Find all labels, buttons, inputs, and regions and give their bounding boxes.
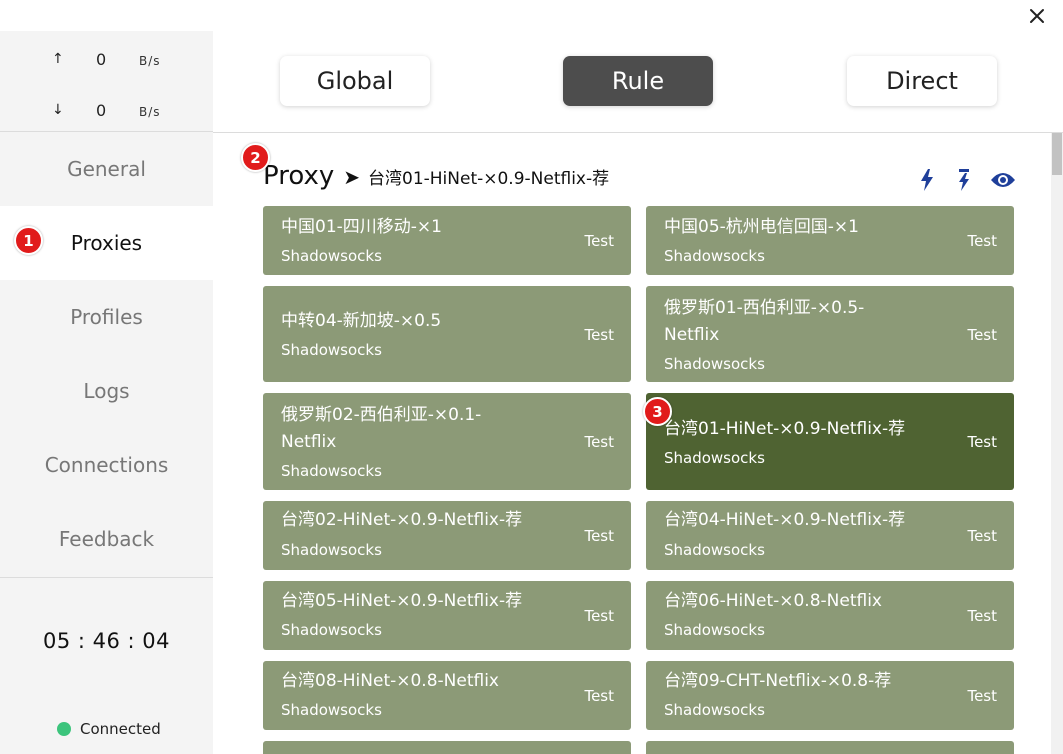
proxy-card[interactable]: 台湾02-HiNet-×0.9-Netflix-荐 Shadowsocks Te…	[263, 501, 631, 570]
mode-switcher: Global Rule Direct	[213, 31, 1063, 133]
proxy-card[interactable]: 俄罗斯02-西伯利亚-×0.1-Netflix Shadowsocks Test	[263, 393, 631, 490]
sidebar-item-profiles[interactable]: Profiles	[0, 280, 213, 354]
proxy-name: 台湾05-HiNet-×0.9-Netflix-荐	[281, 591, 523, 611]
connection-status: Connected	[57, 720, 161, 738]
annotation-badge: 2	[241, 143, 270, 172]
scrollbar[interactable]	[1051, 133, 1063, 754]
test-button[interactable]: Test	[584, 433, 614, 451]
download-arrow-icon: ↓	[52, 102, 64, 118]
proxy-type: Shadowsocks	[664, 541, 765, 559]
proxy-card[interactable]: 俄罗斯01-西伯利亚-×0.5-Netflix Shadowsocks Test	[646, 286, 1014, 382]
sidebar: ↑ 0 B/s ↓ 0 B/s General Proxies Profiles…	[0, 31, 213, 754]
test-button[interactable]: Test	[967, 527, 997, 545]
test-button[interactable]: Test	[967, 326, 997, 344]
proxy-type: Shadowsocks	[664, 247, 765, 265]
sidebar-divider	[0, 577, 213, 578]
test-button[interactable]: Test	[584, 326, 614, 344]
proxy-type: Shadowsocks	[281, 341, 382, 359]
test-button[interactable]: Test	[584, 607, 614, 625]
proxy-type: Shadowsocks	[281, 462, 382, 480]
status-label: Connected	[80, 720, 161, 738]
clashx-window: ↑ 0 B/s ↓ 0 B/s General Proxies Profiles…	[0, 0, 1063, 754]
proxy-card[interactable]: 中国05-杭州电信回国-×1 Shadowsocks Test	[646, 206, 1014, 275]
close-icon[interactable]	[1025, 4, 1049, 28]
proxy-name: 台湾01-HiNet-×0.9-Netflix-荐	[664, 419, 906, 439]
annotation-badge: 3	[643, 397, 672, 426]
sidebar-item-general[interactable]: General	[0, 132, 213, 206]
proxy-name: 台湾09-CHT-Netflix-×0.8-荐	[664, 671, 892, 691]
proxy-card[interactable]: 台湾05-HiNet-×0.9-Netflix-荐 Shadowsocks Te…	[263, 581, 631, 650]
proxy-group-header: Proxy ➤ 台湾01-HiNet-×0.9-Netflix-荐	[263, 161, 609, 195]
test-button[interactable]: Test	[967, 687, 997, 705]
proxy-name: 台湾02-HiNet-×0.9-Netflix-荐	[281, 510, 523, 530]
proxy-name: 俄罗斯02-西伯利亚-×0.1-Netflix	[281, 405, 482, 452]
mode-direct-button[interactable]: Direct	[847, 56, 997, 106]
test-button[interactable]: Test	[584, 687, 614, 705]
test-button[interactable]: Test	[967, 232, 997, 250]
test-button[interactable]: Test	[584, 232, 614, 250]
bolt-icon[interactable]	[919, 169, 935, 191]
proxy-card[interactable]: 台湾06-HiNet-×0.8-Netflix Shadowsocks Test	[646, 581, 1014, 650]
title-bar	[0, 0, 1063, 31]
proxy-card[interactable]: 中转04-新加坡-×0.5 Shadowsocks Test	[263, 286, 631, 382]
upload-unit: B/s	[139, 54, 161, 68]
proxy-list: Proxy ➤ 台湾01-HiNet-×0.9-Netflix-荐 中国01-四…	[213, 133, 1063, 754]
uptime-clock: 05 : 46 : 04	[42, 629, 171, 653]
upload-arrow-icon: ↑	[52, 51, 64, 67]
proxy-type: Shadowsocks	[664, 701, 765, 719]
proxy-card[interactable]: 中国01-四川移动-×1 Shadowsocks Test	[263, 206, 631, 275]
sidebar-item-feedback[interactable]: Feedback	[0, 502, 213, 576]
bolt-filled-icon[interactable]	[956, 169, 972, 191]
proxy-card[interactable]: 台湾08-HiNet-×0.8-Netflix Shadowsocks Test	[263, 661, 631, 730]
proxy-card[interactable]	[646, 741, 1014, 754]
proxy-type: Shadowsocks	[664, 621, 765, 639]
sidebar-item-logs[interactable]: Logs	[0, 354, 213, 428]
proxy-name: 中转04-新加坡-×0.5	[281, 311, 442, 331]
download-value: 0	[96, 101, 107, 120]
proxy-group-name: Proxy	[263, 161, 335, 191]
proxy-type: Shadowsocks	[281, 621, 382, 639]
proxy-name: 俄罗斯01-西伯利亚-×0.5-Netflix	[664, 298, 865, 345]
proxy-type: Shadowsocks	[281, 701, 382, 719]
proxy-card-selected[interactable]: 台湾01-HiNet-×0.9-Netflix-荐 Shadowsocks Te…	[646, 393, 1014, 490]
scrollbar-thumb[interactable]	[1052, 133, 1062, 175]
proxy-name: 中国05-杭州电信回国-×1	[664, 217, 859, 237]
status-dot-icon	[57, 722, 71, 736]
sidebar-item-connections[interactable]: Connections	[0, 428, 213, 502]
test-button[interactable]: Test	[967, 607, 997, 625]
eye-icon[interactable]	[990, 171, 1016, 189]
proxy-card[interactable]	[263, 741, 631, 754]
proxy-type: Shadowsocks	[664, 355, 765, 373]
upload-speed: ↑ 0 B/s	[0, 45, 213, 75]
mode-rule-button[interactable]: Rule	[563, 56, 713, 106]
proxy-type: Shadowsocks	[664, 449, 765, 467]
proxy-type: Shadowsocks	[281, 541, 382, 559]
proxy-name: 台湾08-HiNet-×0.8-Netflix	[281, 671, 499, 691]
proxy-name: 台湾04-HiNet-×0.9-Netflix-荐	[664, 510, 906, 530]
proxy-group-selected: 台湾01-HiNet-×0.9-Netflix-荐	[368, 169, 610, 189]
proxy-name: 台湾06-HiNet-×0.8-Netflix	[664, 591, 882, 611]
proxy-card[interactable]: 台湾09-CHT-Netflix-×0.8-荐 Shadowsocks Test	[646, 661, 1014, 730]
download-speed: ↓ 0 B/s	[0, 96, 213, 126]
proxy-name: 中国01-四川移动-×1	[281, 217, 442, 237]
upload-value: 0	[96, 50, 107, 69]
proxy-card[interactable]: 台湾04-HiNet-×0.9-Netflix-荐 Shadowsocks Te…	[646, 501, 1014, 570]
test-button[interactable]: Test	[967, 433, 997, 451]
test-button[interactable]: Test	[584, 527, 614, 545]
annotation-badge: 1	[14, 226, 43, 255]
download-unit: B/s	[139, 105, 161, 119]
mode-global-button[interactable]: Global	[280, 56, 430, 106]
arrow-right-icon: ➤	[343, 165, 360, 189]
proxy-type: Shadowsocks	[281, 247, 382, 265]
